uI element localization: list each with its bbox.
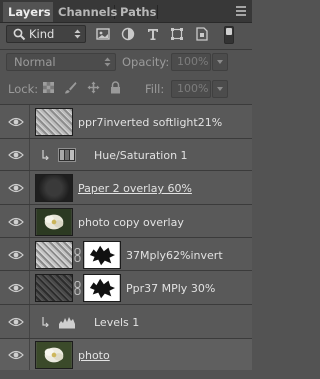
layer-row[interactable]: Paper 2 overlay 60% [0,170,252,204]
lock-all-icon[interactable] [109,81,122,94]
blend-mode-row: Normal Opacity: 100% [0,51,252,75]
search-icon [13,28,26,41]
fill-value: 100% [177,82,209,95]
tab-layers[interactable]: Layers [3,2,53,22]
visibility-eye-icon[interactable] [8,149,24,161]
tab-channels[interactable]: Channels [53,2,117,22]
layer-row[interactable]: Hue/Saturation 1 [0,138,252,170]
smart-object-filter-icon[interactable] [195,27,209,41]
visibility-eye-icon[interactable] [8,116,24,128]
opacity-slider-button[interactable] [212,53,228,71]
layer-name[interactable]: Paper 2 overlay 60% [78,182,192,195]
link-chain-icon[interactable] [74,281,81,295]
lock-image-pixels-icon[interactable] [64,81,77,94]
row-divider [29,305,30,338]
fill-input[interactable]: 100% [171,80,211,98]
hue-saturation-adjustment-icon[interactable] [58,148,76,162]
row-divider [29,171,30,204]
layer-thumbnail[interactable] [35,341,73,369]
shape-filter-icon[interactable] [170,27,184,41]
row-divider [29,105,30,138]
clipping-mask-arrow-icon [42,317,49,327]
link-chain-icon[interactable] [74,248,81,262]
opacity-value: 100% [177,55,209,68]
pixel-filter-icon[interactable] [96,27,110,41]
visibility-eye-icon[interactable] [8,282,24,294]
tab-divider [157,5,158,19]
panel-tab-bar: Layers Channels Paths [0,0,252,23]
fill-slider-button[interactable] [212,80,228,98]
layer-name[interactable]: Hue/Saturation 1 [94,149,188,162]
layer-mask-thumbnail[interactable] [83,241,121,269]
layer-thumbnail[interactable] [35,241,73,269]
visibility-eye-icon[interactable] [8,316,24,328]
blend-mode-value: Normal [14,55,56,69]
layer-thumbnail[interactable] [35,108,73,136]
visibility-eye-icon[interactable] [8,249,24,261]
levels-adjustment-icon[interactable] [58,315,76,329]
layer-name[interactable]: 37Mply62%invert [126,249,223,262]
visibility-eye-icon[interactable] [8,349,24,361]
layer-name[interactable]: photo [78,349,110,362]
layer-filter-row: Kind [0,23,252,48]
tab-paths[interactable]: Paths [115,2,157,22]
layer-row[interactable]: photo copy overlay [0,204,252,237]
layer-row[interactable]: Ppr37 MPly 30% [0,270,252,304]
clipping-mask-arrow-icon [42,150,49,160]
lock-label: Lock: [8,82,39,96]
dropdown-arrows-icon [104,57,111,67]
layer-name[interactable]: Ppr37 MPly 30% [126,282,215,295]
layer-row[interactable]: photo [0,338,252,370]
layer-name[interactable]: photo copy overlay [78,216,184,229]
lock-position-icon[interactable] [87,81,100,94]
lock-transparent-pixels-icon[interactable] [42,81,55,94]
adjustment-filter-icon[interactable] [121,27,135,41]
layer-name[interactable]: Levels 1 [94,316,139,329]
filter-kind-dropdown[interactable]: Kind [6,25,86,43]
layers-panel: { "tabs": [ {"label": "Layers", "active"… [0,0,252,379]
layer-row[interactable]: 37Mply62%invert [0,237,252,270]
filter-kind-label: Kind [29,27,55,41]
layers-list: ppr7inverted softlight21% Hue/Saturation… [0,104,252,370]
visibility-eye-icon[interactable] [8,216,24,228]
layer-row[interactable]: ppr7inverted softlight21% [0,104,252,138]
row-divider [29,139,30,170]
layer-mask-thumbnail[interactable] [83,274,121,302]
layer-thumbnail[interactable] [35,274,73,302]
layer-row[interactable]: Levels 1 [0,304,252,338]
dropdown-arrows-icon [74,29,81,39]
opacity-input[interactable]: 100% [171,53,211,71]
row-divider [29,271,30,304]
row-divider [29,339,30,370]
filter-toggle-switch[interactable] [224,26,234,44]
row-divider [29,205,30,237]
layer-name[interactable]: ppr7inverted softlight21% [78,116,222,129]
fill-label: Fill: [145,82,165,96]
panel-menu-icon[interactable] [236,6,246,16]
divider [0,49,252,50]
type-filter-icon[interactable] [146,27,160,41]
blend-mode-dropdown[interactable]: Normal [6,53,116,71]
lock-row: Lock: Fill: 100% [0,77,252,101]
opacity-label: Opacity: [122,55,170,69]
row-divider [29,238,30,270]
layer-thumbnail[interactable] [35,208,73,236]
visibility-eye-icon[interactable] [8,182,24,194]
layer-thumbnail[interactable] [35,174,73,202]
